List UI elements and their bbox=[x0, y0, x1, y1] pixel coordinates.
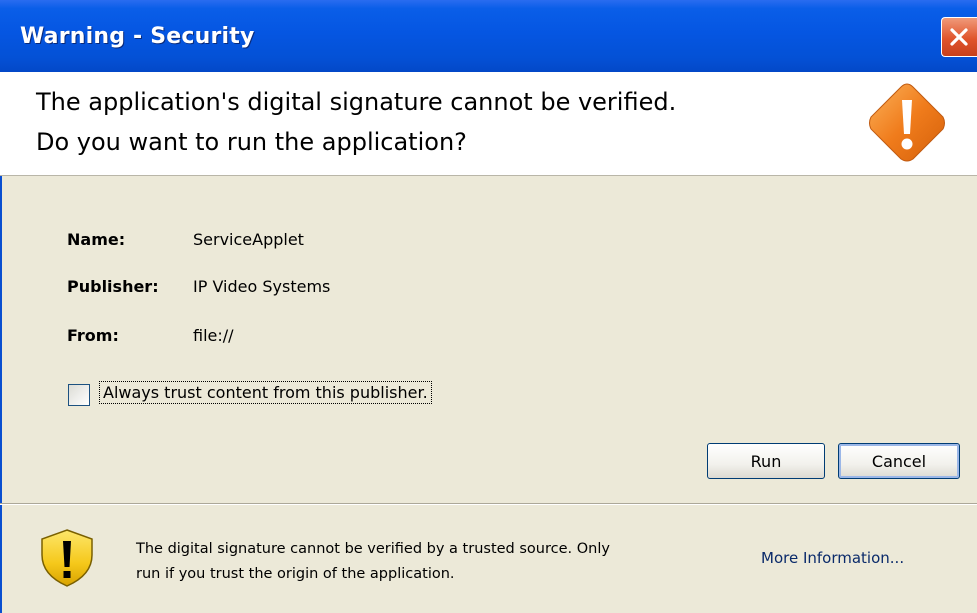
more-information-link[interactable]: More Information... bbox=[761, 549, 904, 567]
name-label: Name: bbox=[67, 230, 126, 249]
cancel-button[interactable]: Cancel bbox=[838, 443, 960, 479]
header-message-line1: The application's digital signature cann… bbox=[36, 88, 677, 116]
from-label: From: bbox=[67, 326, 119, 345]
warning-diamond-icon bbox=[869, 83, 945, 162]
always-trust-checkbox[interactable] bbox=[68, 384, 90, 406]
run-button[interactable]: Run bbox=[707, 443, 825, 479]
footer-message-line1: The digital signature cannot be verified… bbox=[136, 541, 610, 557]
shield-exclamation-icon bbox=[41, 529, 93, 587]
always-trust-label[interactable]: Always trust content from this publisher… bbox=[99, 381, 432, 404]
title-bar[interactable]: Warning - Security bbox=[0, 0, 977, 72]
security-warning-dialog: Warning - Security The application's dig… bbox=[0, 0, 977, 613]
header-message-line2: Do you want to run the application? bbox=[36, 128, 467, 156]
publisher-value: IP Video Systems bbox=[193, 277, 331, 296]
footer-divider bbox=[0, 503, 977, 505]
close-button[interactable] bbox=[941, 17, 977, 57]
dialog-header: The application's digital signature cann… bbox=[0, 72, 977, 176]
name-value: ServiceApplet bbox=[193, 230, 304, 249]
window-title: Warning - Security bbox=[20, 24, 255, 49]
publisher-label: Publisher: bbox=[67, 277, 159, 296]
from-value: file:// bbox=[193, 326, 234, 345]
close-icon bbox=[950, 28, 968, 46]
footer-message-line2: run if you trust the origin of the appli… bbox=[136, 566, 455, 582]
